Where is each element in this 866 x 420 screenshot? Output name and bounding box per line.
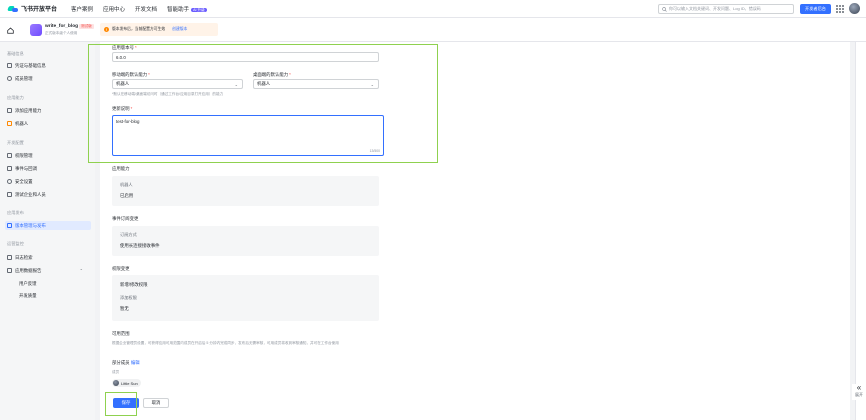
form-highlight-box: [88, 44, 438, 163]
scope-members-label: 成员: [112, 370, 120, 374]
expand-panel-button[interactable]: «展开: [852, 384, 866, 400]
app-desc: 正式版本级个人使用: [45, 31, 78, 35]
sidebar-item-logs[interactable]: 日志检索: [5, 253, 91, 262]
app-header: write_for_blog 测试版 正式版本级个人使用 ! 版本发布后，当前配…: [0, 18, 866, 42]
event-mode-value: 使用长连接接收事件: [120, 243, 160, 248]
bot-icon: [7, 121, 12, 126]
event-mode-label: 订阅方式: [120, 232, 137, 237]
version-icon: [7, 223, 12, 228]
sidebar-item-version[interactable]: 版本管理与发布: [5, 221, 91, 230]
search-input[interactable]: 你可以输入文档关键词、开发问题、Log ID、错误码: [658, 4, 794, 14]
sidebar-section-ops: 运营监控: [7, 241, 24, 246]
app-name: write_for_blog: [45, 24, 79, 29]
sidebar-item-members[interactable]: 成员管理: [5, 74, 91, 83]
grid-add-icon: [7, 108, 12, 113]
shield-icon: [7, 179, 12, 184]
user-icon: [7, 76, 12, 81]
chart-icon: [7, 268, 12, 273]
sidebar-item-permissions[interactable]: 权限管理: [5, 151, 91, 160]
warning-icon: !: [104, 27, 109, 32]
developer-console-button[interactable]: 开发者后台: [800, 4, 831, 14]
user-avatar[interactable]: [849, 3, 860, 14]
event-icon: [7, 166, 12, 171]
sidebar-item-events[interactable]: 事件与回调: [5, 164, 91, 173]
test-icon: [7, 192, 12, 197]
right-rail: [855, 42, 866, 420]
double-chevron-left-icon: «: [856, 383, 862, 392]
sidebar-item-credentials[interactable]: 凭证与基础信息: [5, 61, 91, 70]
ability-status: 已启用: [120, 193, 134, 198]
sidebar-sub-open[interactable]: 开发质量: [19, 293, 37, 299]
nav-cases[interactable]: 客户案例: [71, 5, 93, 13]
credentials-icon: [7, 63, 12, 68]
ability-name: 机器人: [120, 182, 133, 187]
avatar: [113, 380, 119, 386]
top-nav: 客户案例 应用中心 开发文档 智能助手 AI 升级: [71, 5, 207, 13]
perm-add-value: 暂无: [120, 306, 129, 311]
brand[interactable]: 飞书开放平台: [7, 4, 58, 13]
member-chip: Little Sun: [112, 379, 141, 387]
scope-edit-link[interactable]: 编辑: [131, 360, 140, 365]
notice-text: 版本发布后，当前配置方可生效: [112, 27, 166, 31]
permission-icon: [7, 153, 12, 158]
search-placeholder: 你可以输入文档关键词、开发问题、Log ID、错误码: [669, 6, 761, 11]
sidebar-section-release: 应用发布: [7, 210, 24, 215]
app-icon: [30, 24, 42, 36]
release-notice: ! 版本发布后，当前配置方可生效 创建版本: [100, 23, 218, 36]
nav-docs[interactable]: 开发文档: [135, 5, 157, 13]
sidebar: 基础信息 凭证与基础信息 成员管理 应用能力 添加应用能力 机器人 开发配置 权…: [0, 42, 95, 420]
scope-desc: 根据企业管理员设置，可获得应用可用范围内成员在开启后 5 分钟内完成同步，发布后…: [112, 341, 339, 345]
save-highlight-box: [105, 392, 137, 416]
log-icon: [7, 255, 12, 260]
ai-badge: AI 升级: [191, 7, 207, 12]
member-name: Little Sun: [121, 380, 138, 386]
permission-summary-box: 新增/修改权限 添加权限 暂无: [112, 275, 379, 321]
sidebar-item-data[interactable]: 应用数据报告 ⌃: [5, 266, 91, 275]
home-icon[interactable]: [7, 27, 14, 34]
create-version-link[interactable]: 创建版本: [172, 27, 187, 32]
sidebar-item-security[interactable]: 安全设置: [5, 177, 91, 186]
event-summary-box: 订阅方式 使用长连接接收事件: [112, 226, 379, 256]
perm-add-label: 添加权限: [120, 295, 137, 300]
sidebar-section-basic: 基础信息: [7, 51, 24, 56]
ability-section-title: 应用能力: [112, 166, 130, 171]
feishu-logo-icon: [7, 5, 18, 13]
permission-section-title: 权限变更: [112, 266, 130, 271]
sidebar-section-dev: 开发配置: [7, 140, 24, 145]
scope-section-title: 可用范围: [112, 331, 130, 336]
sidebar-item-test-company[interactable]: 测试企业和人员: [5, 190, 91, 199]
cancel-button[interactable]: 取消: [143, 398, 169, 408]
sidebar-sub-users[interactable]: 用户反馈: [19, 281, 37, 287]
sidebar-section-ability: 应用能力: [7, 95, 24, 100]
search-icon: [662, 6, 667, 12]
scope-partial: 部分成员 编辑: [112, 360, 140, 365]
chevron-up-icon: ⌃: [79, 268, 83, 273]
version-tag: 测试版: [79, 24, 94, 29]
sidebar-item-bot[interactable]: 机器人: [5, 119, 91, 128]
perm-new-label: 新增/修改权限: [120, 282, 148, 287]
apps-grid-icon[interactable]: [836, 5, 844, 13]
nav-app-center[interactable]: 应用中心: [103, 5, 125, 13]
sidebar-item-add-ability[interactable]: 添加应用能力: [5, 106, 91, 115]
brand-name: 飞书开放平台: [21, 7, 58, 13]
nav-assistant[interactable]: 智能助手 AI 升级: [167, 5, 207, 13]
event-section-title: 事件订阅变更: [112, 216, 139, 221]
ability-summary-box: 机器人 已启用: [112, 176, 379, 206]
